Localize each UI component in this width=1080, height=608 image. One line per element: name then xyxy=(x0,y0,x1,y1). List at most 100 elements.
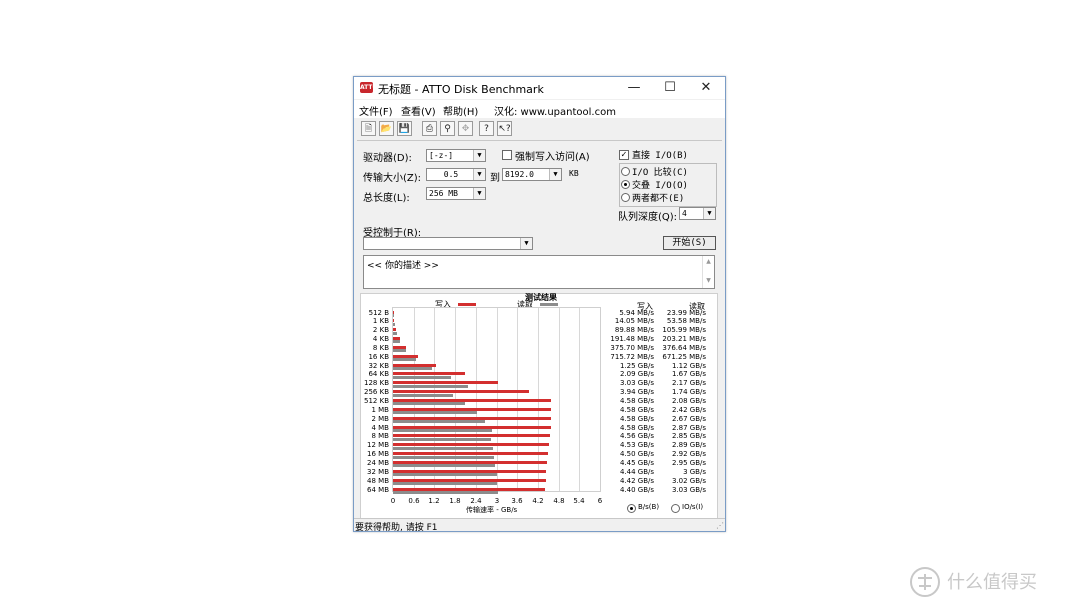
units-bps-radio[interactable] xyxy=(627,504,636,513)
row-label: 1 KB xyxy=(372,317,389,326)
read-value: 2.85 GB/s xyxy=(671,432,706,441)
read-value: 2.08 GB/s xyxy=(671,397,706,405)
neither-radio[interactable] xyxy=(621,193,630,202)
units-iops-radio[interactable] xyxy=(671,504,680,513)
read-bar xyxy=(393,446,493,450)
read-bar xyxy=(393,367,432,370)
row-label: 1 MB xyxy=(371,405,389,414)
read-bar xyxy=(393,331,397,335)
x-tick-label: 2.4 xyxy=(470,497,482,505)
atto-app-icon: ATTO xyxy=(360,82,378,93)
write-value: 4.44 GB/s xyxy=(619,467,654,476)
chevron-down-icon: ▼ xyxy=(473,188,485,199)
read-bar xyxy=(393,411,477,415)
read-value: 53.58 MB/s xyxy=(666,317,706,326)
window-title: 无标题 - ATTO Disk Benchmark xyxy=(378,83,544,96)
description-scrollbar[interactable]: ▲ ▼ xyxy=(702,256,714,288)
controlled-by-select[interactable]: ▼ xyxy=(363,237,533,250)
row-label: 64 MB xyxy=(367,485,389,494)
description-field[interactable]: << 你的描述 >> ▲ ▼ xyxy=(363,255,715,289)
read-bar xyxy=(393,358,417,362)
app-window: ATTO 无标题 - ATTO Disk Benchmark — ☐ ✕ 文件(… xyxy=(353,76,726,533)
total-length-label: 总长度(L): xyxy=(363,193,410,204)
read-bar xyxy=(393,384,468,388)
read-value: 23.99 MB/s xyxy=(666,308,706,317)
write-value: 4.56 GB/s xyxy=(619,432,654,441)
force-write-checkbox[interactable] xyxy=(502,150,512,160)
legend-write-swatch xyxy=(458,303,476,306)
read-value: 2.42 GB/s xyxy=(671,405,706,414)
write-value: 3.03 GB/s xyxy=(619,379,654,388)
read-value: 3.02 GB/s xyxy=(671,476,706,485)
read-bar xyxy=(393,375,451,379)
menu-file[interactable]: 文件(F) xyxy=(359,103,393,118)
read-value: 3 GB/s xyxy=(683,467,706,476)
total-length-select[interactable]: 256 MB ▼ xyxy=(426,187,486,200)
write-value: 4.50 GB/s xyxy=(619,450,654,459)
close-button[interactable]: ✕ xyxy=(688,77,724,99)
queue-depth-select[interactable]: 4 ▼ xyxy=(679,207,716,220)
units-bps-label: B/s(B) xyxy=(638,503,660,511)
write-value: 4.58 GB/s xyxy=(619,397,654,405)
print-preview-icon[interactable]: ⚲ xyxy=(440,121,455,136)
drive-select[interactable]: [-z-] ▼ xyxy=(426,149,486,162)
maximize-button[interactable]: ☐ xyxy=(652,77,688,99)
help-icon[interactable]: ? xyxy=(479,121,494,136)
resize-grip-icon[interactable]: ⋰ xyxy=(716,521,724,530)
row-label: 2 MB xyxy=(371,414,389,423)
direct-io-label: 直接 I/O(B) xyxy=(632,151,688,161)
row-label: 8 MB xyxy=(371,432,389,441)
read-value: 376.64 MB/s xyxy=(662,343,706,352)
watermark-text: 什么值得买 xyxy=(947,572,1037,593)
read-value: 2.87 GB/s xyxy=(671,423,706,432)
x-tick-label: 4.2 xyxy=(532,497,544,505)
x-tick-label: 1.2 xyxy=(428,497,440,505)
transfer-from-select[interactable]: 0.5 ▼ xyxy=(426,168,486,181)
chevron-up-icon: ▲ xyxy=(706,258,711,265)
overlapped-io-radio[interactable] xyxy=(621,180,630,189)
read-value: 2.92 GB/s xyxy=(671,450,706,459)
new-icon[interactable]: 🗎 xyxy=(361,121,376,136)
transfer-to-label: 到 xyxy=(490,173,500,184)
write-value: 715.72 MB/s xyxy=(610,352,654,361)
row-label: 256 KB xyxy=(364,388,389,397)
x-tick-label: 3.6 xyxy=(511,497,523,505)
context-help-icon[interactable]: ↖? xyxy=(497,121,512,136)
read-bar xyxy=(393,473,497,477)
row-label: 4 KB xyxy=(372,335,389,344)
io-compare-radio[interactable] xyxy=(621,167,630,176)
gridline xyxy=(579,308,580,491)
queue-depth-label: 队列深度(Q): xyxy=(618,212,678,223)
io-compare-label: I/O 比较(C) xyxy=(632,168,688,178)
save-icon[interactable]: 💾 xyxy=(397,121,412,136)
menu-view[interactable]: 查看(V) xyxy=(401,103,436,118)
menu-localization[interactable]: 汉化: www.upantool.com xyxy=(494,103,616,118)
chevron-down-icon: ▼ xyxy=(473,169,485,180)
row-label: 24 MB xyxy=(367,458,389,467)
menu-help[interactable]: 帮助(H) xyxy=(443,103,478,118)
minimize-button[interactable]: — xyxy=(616,77,652,99)
status-text: 要获得帮助, 请按 F1 xyxy=(355,523,438,533)
print-icon[interactable]: ⎙ xyxy=(422,121,437,136)
title-bar[interactable]: ATTO 无标题 - ATTO Disk Benchmark — ☐ ✕ xyxy=(354,77,725,99)
write-value: 4.53 GB/s xyxy=(619,441,654,450)
row-label: 48 MB xyxy=(367,476,389,485)
direct-io-checkbox[interactable]: ✓ xyxy=(619,150,629,160)
write-value: 14.05 MB/s xyxy=(614,317,654,326)
read-bar xyxy=(393,322,395,326)
row-label: 512 B xyxy=(368,308,389,317)
open-icon[interactable]: 📂 xyxy=(379,121,394,136)
write-value: 4.58 GB/s xyxy=(619,414,654,423)
row-label: 16 KB xyxy=(368,352,389,361)
gridline xyxy=(559,308,560,491)
x-tick-label: 1.8 xyxy=(449,497,461,505)
watermark-logo-icon xyxy=(910,567,940,597)
chevron-down-icon: ▼ xyxy=(473,150,485,161)
write-value: 89.88 MB/s xyxy=(614,326,654,335)
start-button[interactable]: 开始(S) xyxy=(663,236,716,250)
read-bar xyxy=(393,428,492,432)
write-value: 5.94 MB/s xyxy=(619,308,654,317)
row-label: 512 KB xyxy=(364,397,389,405)
row-label: 4 MB xyxy=(371,423,389,432)
transfer-to-select[interactable]: 8192.0 ▼ xyxy=(502,168,562,181)
